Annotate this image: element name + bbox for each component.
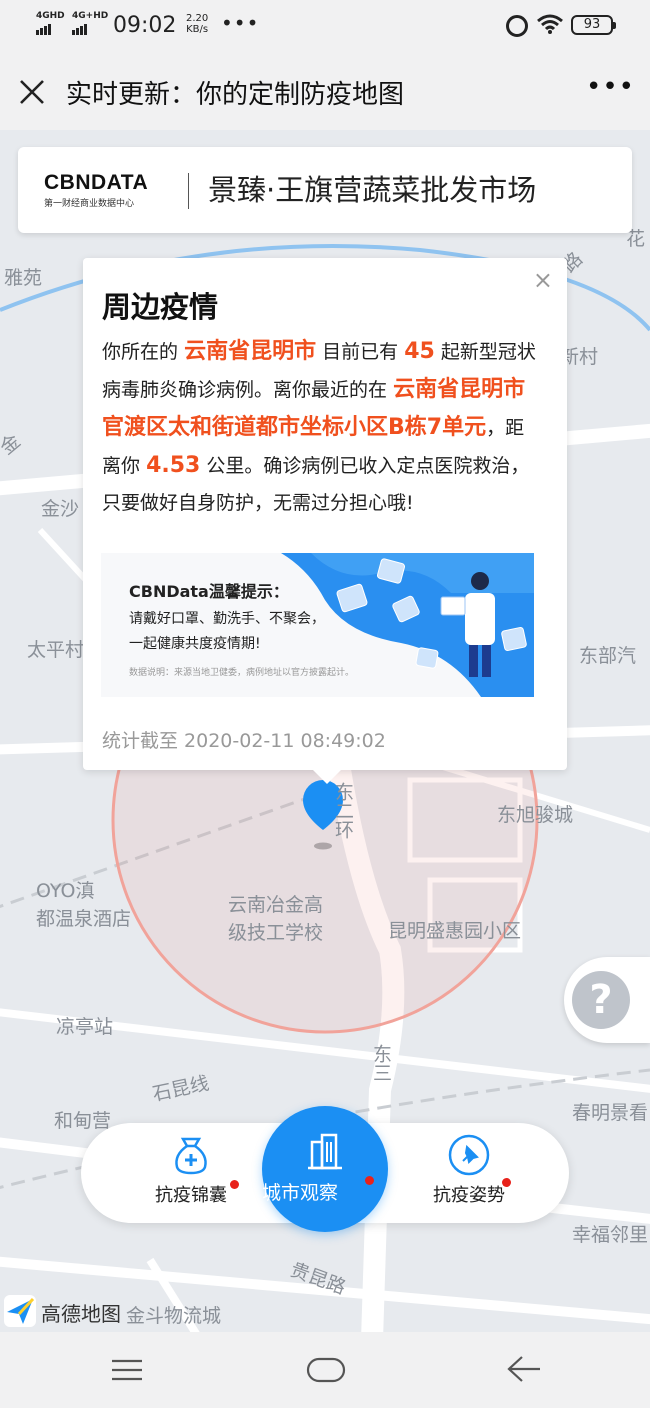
data-source-note: 数据说明：来源当地卫健委，病例地址以官方披露起计。 [129,668,355,678]
signal-1-label: 4GHD [36,11,65,21]
map-label: 东部汽 [579,645,637,667]
notification-dot [365,1176,374,1185]
map-label: 东旭骏城 [497,804,574,826]
map-label: 幸福邻里 [572,1224,649,1246]
map-label: 金沙 [41,498,80,520]
status-bar: 4GHD 4G+HD 09:02 2.20 KB/s ••• 93 [0,0,650,52]
map-label: 云南冶金高 [228,894,324,916]
amap-logo: 高德地图 [3,1294,121,1332]
signal-2-indicator: 4G+HD [72,12,108,35]
body-text: 你所在的 [102,341,179,363]
amap-logo-text: 高德地图 [41,1302,121,1326]
map-label: 雅苑 [4,267,43,289]
map-label: 凉亭站 [56,1016,114,1038]
case-count: 45 [404,339,435,364]
tip-line: 请戴好口罩、勤洗手、不聚会， [129,611,325,627]
alarm-icon [506,15,528,37]
help-icon: ? [572,971,630,1029]
map-label: OYO滇 [36,880,95,902]
system-nav-bar [0,1332,650,1408]
map-label: 和甸营 [54,1110,112,1132]
amap-plane-icon [4,1295,36,1327]
banner-divider [188,173,189,209]
epidemic-popup: × 周边疫情 你所在的 云南省昆明市 目前已有 45 起新型冠状病毒肺炎确诊病例… [83,258,567,784]
body-text: 目前已有 [322,341,399,363]
close-icon[interactable] [16,76,48,108]
tip-card: CBNData温馨提示： 请戴好口罩、勤洗手、不聚会， 一起健康共度疫情期! 数… [101,553,534,697]
location-banner: CBNDATA 第一财经商业数据中心 景臻·王旗营蔬菜批发市场 [18,147,632,233]
back-icon[interactable] [506,1354,542,1384]
distance-value: 4.53 [146,453,201,478]
popup-close-icon[interactable]: × [533,266,553,294]
signal-1-indicator: 4GHD [36,12,65,35]
network-speed-unit: KB/s [186,24,209,35]
city-highlight: 云南省昆明市 [184,339,317,364]
logo-main-text: CBNDATA [44,171,149,194]
tab-city-observation[interactable]: 城市观察 [262,1106,388,1232]
status-more-icon: ••• [221,11,260,35]
map-label: 金斗物流城 [126,1305,222,1327]
tip-heading: CBNData温馨提示： [129,582,289,601]
clock: 09:02 [113,13,177,38]
money-bag-icon [175,1137,207,1175]
network-speed-value: 2.20 [186,13,209,24]
tab-label: 抗疫锦囊 [155,1185,227,1206]
tip-line: 一起健康共度疫情期! [129,636,261,652]
cbndata-logo: CBNDATA 第一财经商业数据中心 [44,171,148,209]
notification-dot [502,1178,511,1187]
title-bar: 实时更新：你的定制防疫地图 ••• [0,52,650,130]
tab-anti-epidemic-tips[interactable]: 抗疫锦囊 [121,1123,261,1223]
notification-dot [230,1180,239,1189]
network-speed: 2.20 KB/s [186,13,208,35]
battery-icon: 93 [571,15,616,35]
page-title: 实时更新：你的定制防疫地图 [66,80,405,110]
tab-anti-epidemic-posture[interactable]: 抗疫姿势 [399,1123,539,1223]
map-label: 东三 [370,1044,392,1082]
map-label: 春明景看 [572,1102,649,1124]
location-name: 景臻·王旗营蔬菜批发市场 [208,173,537,207]
stats-timestamp: 统计截至 2020-02-11 08:49:02 [102,730,386,752]
map-label: 东二环 [332,782,354,839]
home-icon[interactable] [306,1356,346,1384]
menu-icon[interactable] [110,1358,144,1382]
map-label: 级技工学校 [228,922,324,944]
help-button[interactable]: ? [564,957,650,1043]
map-label: 太平村 [27,639,85,661]
wifi-icon [537,14,563,34]
tab-label: 抗疫姿势 [433,1185,505,1206]
map-label: 都温泉酒店 [36,908,132,930]
more-menu-icon[interactable]: ••• [586,72,635,102]
signal-2-label: 4G+HD [72,11,109,21]
popup-title: 周边疫情 [102,290,219,324]
logo-sub-text: 第一财经商业数据中心 [44,199,135,209]
building-icon [308,1133,342,1170]
map-label: 昆明盛惠园小区 [388,920,522,942]
popup-body-text: 你所在的 云南省昆明市 目前已有 45 起新型冠状病毒肺炎确诊病例。离你最近的在… [102,333,542,522]
pin-icon [448,1134,490,1176]
